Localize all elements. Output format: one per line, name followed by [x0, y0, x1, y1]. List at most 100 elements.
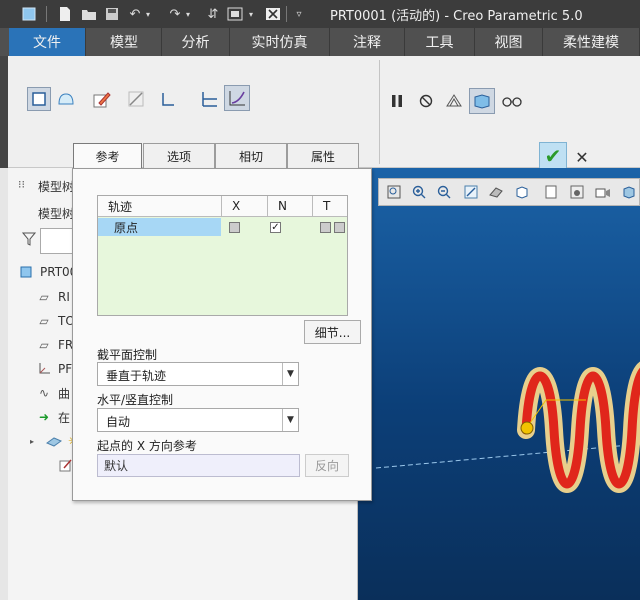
windows-dropdown-icon[interactable]: ▾ [246, 5, 256, 23]
pause-icon[interactable] [385, 89, 409, 113]
tab-file[interactable]: 文件 [9, 28, 86, 56]
spin-orient-icon[interactable] [486, 182, 506, 202]
section-plane-control-label: 截平面控制 [97, 348, 158, 362]
hv-control-label: 水平/竖直控制 [97, 393, 174, 407]
trajectory-name[interactable]: 原点 [98, 218, 221, 236]
save-icon[interactable] [103, 5, 121, 23]
close-window-icon[interactable] [264, 5, 282, 23]
menu-bar: 文件 模型 分析 实时仿真 注释 工具 视图 柔性建模 [0, 28, 640, 56]
tree-item-top-plane[interactable]: ▱ TO [36, 311, 74, 331]
thicken-icon[interactable] [156, 87, 180, 111]
ok-checkmark-icon[interactable]: ✔ [539, 142, 567, 170]
insert-arrow-icon: ➜ [38, 410, 50, 424]
windows-icon[interactable] [226, 5, 244, 23]
constant-section-icon[interactable] [197, 87, 221, 111]
redo-icon[interactable]: ↷ [166, 5, 184, 23]
tab-tools[interactable]: 工具 [405, 28, 475, 56]
tree-item-front-plane[interactable]: ▱ FR [36, 335, 73, 355]
t-checkbox-2[interactable] [334, 222, 345, 233]
tab-annotate[interactable]: 注释 [330, 28, 405, 56]
title-bar: ↶ ▾ ↷ ▾ ⇵ ▾ ▿ PRT0001 (活动的) - Creo Param… [0, 0, 640, 28]
part-icon [18, 265, 34, 279]
tab-model[interactable]: 模型 [87, 28, 162, 56]
reverse-button[interactable]: 反向 [305, 454, 349, 477]
datum-plane-icon: ▱ [39, 314, 49, 328]
tree-item-part[interactable]: PRT00 [18, 262, 77, 282]
start-x-ref-field[interactable]: 默认 [97, 454, 300, 477]
tab-view[interactable]: 视图 [475, 28, 543, 56]
redo-dropdown-icon[interactable]: ▾ [183, 5, 193, 23]
tab-live-simulation[interactable]: 实时仿真 [230, 28, 330, 56]
tab-tangency[interactable]: 相切 [215, 143, 287, 168]
datum-plane-icon: ▱ [39, 338, 49, 352]
tab-options[interactable]: 选项 [143, 143, 215, 168]
n-checkbox[interactable]: ✓ [270, 222, 281, 233]
model-tree-tab-icon[interactable]: ⁝⁝ [18, 178, 25, 191]
saved-orientations-icon[interactable] [512, 182, 532, 202]
section-plane-control-select[interactable]: 垂直于轨迹 ▼ [97, 362, 299, 386]
open-folder-icon[interactable] [80, 5, 98, 23]
perspective-icon[interactable] [567, 182, 587, 202]
variable-section-sweep-coil [517, 362, 640, 493]
solid-icon[interactable] [27, 87, 51, 111]
sweep-preview [375, 362, 640, 493]
col-t: T [312, 196, 347, 217]
tree-item-csys[interactable]: PF [36, 359, 72, 379]
sweep-feature-icon [46, 435, 62, 447]
remove-material-icon[interactable] [124, 87, 148, 111]
tab-flexible-modeling[interactable]: 柔性建模 [543, 28, 640, 56]
sketch-pencil-icon[interactable] [90, 87, 114, 111]
start-point-marker [520, 421, 534, 435]
verify-mode-icon[interactable] [469, 88, 495, 114]
x-checkbox[interactable] [229, 222, 240, 233]
zoom-out-icon[interactable] [434, 182, 454, 202]
zoom-in-icon[interactable] [409, 182, 429, 202]
refit-icon[interactable] [384, 182, 404, 202]
hv-control-select[interactable]: 自动 ▼ [97, 408, 299, 432]
curve-icon: ∿ [38, 386, 50, 400]
chevron-down-icon: ▼ [282, 363, 298, 385]
tab-properties[interactable]: 属性 [287, 143, 359, 168]
view-toolbar [378, 178, 640, 206]
references-panel: 轨迹 X N T 原点 ✓ 细节... 截平面控制 垂直于轨迹 ▼ 水平/竖直控… [72, 168, 372, 501]
tree-item-sweep-feature[interactable]: ▸ ✳ [24, 431, 78, 451]
tree-item-insert-here[interactable]: ➜ 在 [36, 407, 70, 427]
tree-item-curve[interactable]: ∿ 曲 [36, 383, 70, 403]
details-button[interactable]: 细节... [304, 320, 361, 344]
datum-display-icon[interactable] [619, 182, 639, 202]
expand-arrow-icon[interactable]: ▸ [24, 437, 40, 446]
filter-icon[interactable] [21, 232, 37, 250]
csys-icon [36, 362, 52, 376]
tab-analysis[interactable]: 分析 [162, 28, 230, 56]
col-trajectory: 轨迹 [98, 196, 221, 217]
cancel-x-icon[interactable]: ✕ [570, 145, 594, 169]
customize-toolbar-icon[interactable]: ▿ [290, 5, 308, 23]
creo-logo-icon [20, 5, 38, 23]
graphics-viewport[interactable] [358, 168, 640, 600]
datum-plane-icon: ▱ [39, 290, 49, 304]
t-checkbox[interactable] [320, 222, 331, 233]
preview-geometry-icon[interactable] [442, 89, 466, 113]
tree-item-right-plane[interactable]: ▱ RI [36, 287, 70, 307]
undo-dropdown-icon[interactable]: ▾ [143, 5, 153, 23]
chevron-down-icon: ▼ [282, 409, 298, 431]
start-x-ref-label: 起点的 X 方向参考 [97, 439, 197, 453]
glasses-icon[interactable] [500, 89, 524, 113]
model-tree-subheader: 模型树 [38, 207, 75, 221]
regenerate-icon[interactable]: ⇵ [204, 5, 222, 23]
col-x: X [221, 196, 267, 217]
display-style-icon[interactable] [593, 182, 613, 202]
col-n: N [267, 196, 312, 217]
no-preview-icon[interactable] [414, 89, 438, 113]
undo-icon[interactable]: ↶ [126, 5, 144, 23]
view-manager-icon[interactable] [541, 182, 561, 202]
table-row[interactable]: 原点 ✓ [98, 218, 347, 236]
tab-references[interactable]: 参考 [73, 143, 142, 169]
new-file-icon[interactable] [56, 5, 74, 23]
model-tree-header[interactable]: 模型树 [38, 178, 74, 195]
window-title: PRT0001 (活动的) - Creo Parametric 5.0 [330, 9, 583, 24]
variable-section-icon[interactable] [224, 85, 250, 111]
repaint-icon[interactable] [461, 182, 481, 202]
surface-icon[interactable] [54, 87, 78, 111]
trajectory-table: 轨迹 X N T 原点 ✓ [97, 195, 348, 316]
